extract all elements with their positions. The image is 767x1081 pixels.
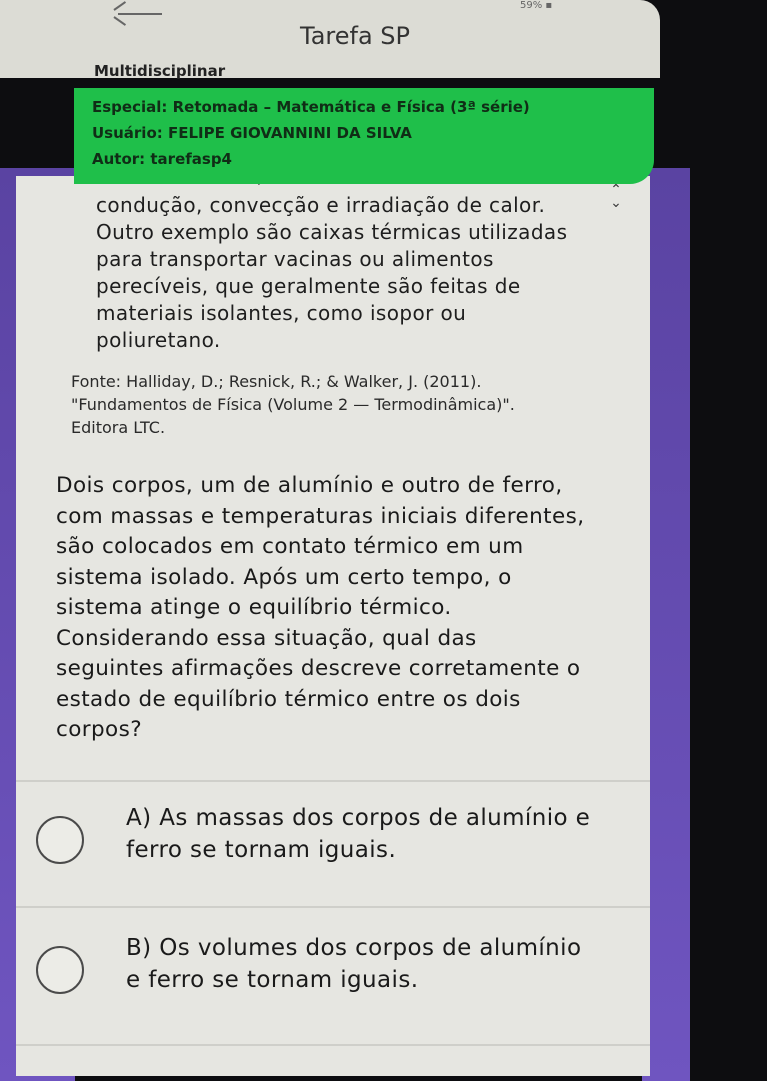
divider — [16, 780, 650, 782]
option-line: e ferro se tornam iguais. — [126, 967, 419, 993]
task-info-banner: Especial: Retomada – Matemática e Física… — [74, 88, 654, 184]
option-line: A) As massas dos corpos de alumínio e — [126, 805, 591, 831]
source-citation: Fonte: Halliday, D.; Resnick, R.; & Walk… — [71, 370, 631, 439]
option-line: ferro se tornam iguais. — [126, 837, 397, 863]
special-label: Especial: Retomada – Matemática e Física… — [92, 98, 530, 116]
radio-option-a[interactable] — [36, 816, 84, 864]
question-line: sistema atinge o equilíbrio térmico. — [56, 595, 452, 620]
question-text: Dois corpos, um de alumínio e outro de f… — [56, 471, 646, 746]
question-line: corpos? — [56, 717, 143, 742]
question-line: sistema isolado. Após um certo tempo, o — [56, 564, 512, 590]
user-label: Usuário: FELIPE GIOVANNINI DA SILVA — [92, 124, 412, 142]
question-line: Dois corpos, um de alumínio e outro de f… — [56, 473, 563, 498]
app-bar: 59% ▪ Tarefa SP Multidisciplinar — [0, 0, 660, 80]
subject-label: Multidisciplinar — [94, 62, 226, 80]
screen: 59% ▪ Tarefa SP Multidisciplinar vácuo e… — [0, 0, 767, 1081]
paragraph-line: para transportar vacinas ou alimentos — [96, 247, 494, 271]
option-b-text: B) Os volumes dos corpos de alumínio e f… — [126, 932, 646, 996]
author-label: Autor: tarefasp4 — [92, 150, 232, 168]
question-card: vácuo entre elas, reduzindo ao máximo a … — [16, 176, 650, 1076]
paragraph-line: Outro exemplo são caixas térmicas utiliz… — [96, 220, 568, 244]
question-line: seguintes afirmações descreve corretamen… — [56, 656, 581, 681]
source-line: "Fundamentos de Física (Volume 2 — Termo… — [71, 395, 515, 414]
paragraph-line: perecíveis, que geralmente são feitas de — [96, 274, 521, 298]
radio-option-b[interactable] — [36, 946, 84, 994]
divider — [16, 906, 650, 908]
question-line: Considerando essa situação, qual das — [56, 625, 477, 651]
back-arrow-icon[interactable] — [112, 1, 162, 26]
source-line: Editora LTC. — [71, 418, 166, 437]
option-a-text: A) As massas dos corpos de alumínio e fe… — [126, 802, 646, 866]
option-b[interactable]: B) Os volumes dos corpos de alumínio e f… — [16, 918, 650, 1028]
source-line: Fonte: Halliday, D.; Resnick, R.; & Walk… — [71, 372, 482, 391]
question-line: com massas e temperaturas iniciais difer… — [56, 503, 585, 529]
paragraph-line: condução, convecção e irradiação de calo… — [96, 193, 546, 217]
status-indicator: 59% ▪ — [520, 0, 553, 11]
question-line: estado de equilíbrio térmico entre os do… — [56, 686, 521, 712]
paragraph-line: poliuretano. — [96, 328, 221, 352]
paragraph-line: materiais isolantes, como isopor ou — [96, 301, 467, 325]
option-line: B) Os volumes dos corpos de alumínio — [126, 935, 582, 961]
divider — [16, 1044, 650, 1046]
context-paragraph: condução, convecção e irradiação de calo… — [96, 192, 636, 354]
question-line: são colocados em contato térmico em um — [56, 534, 524, 559]
option-a[interactable]: A) As massas dos corpos de alumínio e fe… — [16, 791, 650, 901]
app-title: Tarefa SP — [300, 22, 410, 50]
